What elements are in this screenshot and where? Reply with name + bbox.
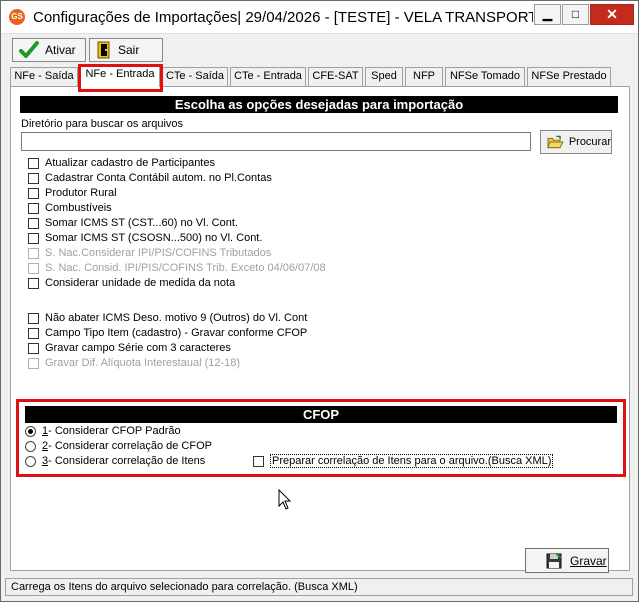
checkbox[interactable] [28,342,39,354]
procurar-button[interactable]: Procurar [540,130,612,154]
checkbox[interactable] [28,217,39,229]
checkbox[interactable] [28,157,39,169]
tab-panel-nfe-entrada: Escolha as opções desejadas para importa… [10,86,630,573]
tab-nfp[interactable]: NFP [405,67,443,86]
option-cadastrar-conta-contabil[interactable]: Cadastrar Conta Contábil autom. no Pl.Co… [28,171,272,185]
cfop-section: CFOP 1 - Considerar CFOP Padrão 2 - Cons… [16,399,626,477]
checkbox [28,262,39,274]
checkbox[interactable] [28,312,39,324]
gravar-label: Gravar [570,553,607,568]
checkbox [28,357,39,369]
minimize-button[interactable]: ▁ [534,4,561,25]
tab-cte-entrada[interactable]: CTe - Entrada [230,67,306,86]
mouse-cursor-icon [278,489,292,510]
folder-open-icon [547,135,564,148]
tab-nfse-tomado[interactable]: NFSe Tomado [445,67,525,86]
option-somar-icms-st-csosn[interactable]: Somar ICMS ST (CSOSN...500) no Vl. Cont. [28,231,262,245]
checkbox[interactable] [28,327,39,339]
radio-button[interactable] [25,440,36,452]
active-tab-highlight [78,64,163,92]
radio-button[interactable] [25,425,36,437]
exit-door-icon [97,41,110,59]
option-snac-exceto: S. Nac. Consid. IPI/PIS/COFINS Trib. Exc… [28,261,326,275]
checkbox[interactable] [28,172,39,184]
checkmark-icon [19,41,39,58]
option-campo-tipo-item[interactable]: Campo Tipo Item (cadastro) - Gravar conf… [28,326,307,340]
option-dif-aliquota: Gravar Dif. Alíquota Interestaual (12-18… [28,356,240,370]
options-header: Escolha as opções desejadas para importa… [20,96,618,113]
option-combustiveis[interactable]: Combustíveis [28,201,112,215]
sair-label: Sair [118,43,140,57]
checkbox[interactable] [28,277,39,289]
cfop-option-padrao[interactable]: 1 - Considerar CFOP Padrão [25,424,181,438]
option-somar-icms-st-cst[interactable]: Somar ICMS ST (CST...60) no Vl. Cont. [28,216,238,230]
title-bar: GS Configurações de Importações| 29/04/2… [1,1,638,34]
checkbox[interactable] [28,187,39,199]
window-title: Configurações de Importações| 29/04/2026… [33,9,533,26]
option-produtor-rural[interactable]: Produtor Rural [28,186,117,200]
checkbox [28,247,39,259]
option-serie-3-caracteres[interactable]: Gravar campo Série com 3 caracteres [28,341,231,355]
cfop-option-correlacao-itens[interactable]: 3 - Considerar correlação de Itens [25,454,205,468]
app-window: GS Configurações de Importações| 29/04/2… [0,0,639,602]
option-nao-abater-icms[interactable]: Não abater ICMS Deso. motivo 9 (Outros) … [28,311,307,325]
directory-label: Diretório para buscar os arquivos [21,118,184,130]
status-bar: Carrega os Itens do arquivo selecionado … [5,578,633,596]
sair-button[interactable]: Sair [89,38,163,62]
ativar-button[interactable]: Ativar [12,38,86,62]
option-unidade-medida[interactable]: Considerar unidade de medida da nota [28,276,235,290]
option-snac-tributados: S. Nac.Considerar IPI/PIS/COFINS Tributa… [28,246,271,260]
checkbox[interactable] [28,202,39,214]
maximize-button[interactable]: □ [562,4,589,25]
tab-sped[interactable]: Sped [365,67,403,86]
save-icon [546,552,562,568]
option-busca-xml[interactable]: Preparar correlação de Itens para o arqu… [253,454,554,468]
tab-cte-saida[interactable]: CTe - Saída [162,67,228,86]
cfop-header: CFOP [25,406,617,423]
ativar-label: Ativar [45,43,76,57]
directory-input[interactable] [21,132,531,151]
radio-button[interactable] [25,455,36,467]
option-atualizar-participantes[interactable]: Atualizar cadastro de Participantes [28,156,215,170]
tab-cfe-sat[interactable]: CFE-SAT [308,67,363,86]
checkbox[interactable] [28,232,39,244]
close-button[interactable]: ✕ [590,4,634,25]
procurar-label: Procurar [568,136,611,148]
app-icon: GS [9,9,25,25]
tab-nfe-saida[interactable]: NFe - Saída [10,67,78,86]
checkbox[interactable] [253,455,264,467]
cfop-option-correlacao-cfop[interactable]: 2 - Considerar correlação de CFOP [25,439,212,453]
gravar-button[interactable]: Gravar [525,548,609,573]
tab-nfse-prestado[interactable]: NFSe Prestado [527,67,611,86]
